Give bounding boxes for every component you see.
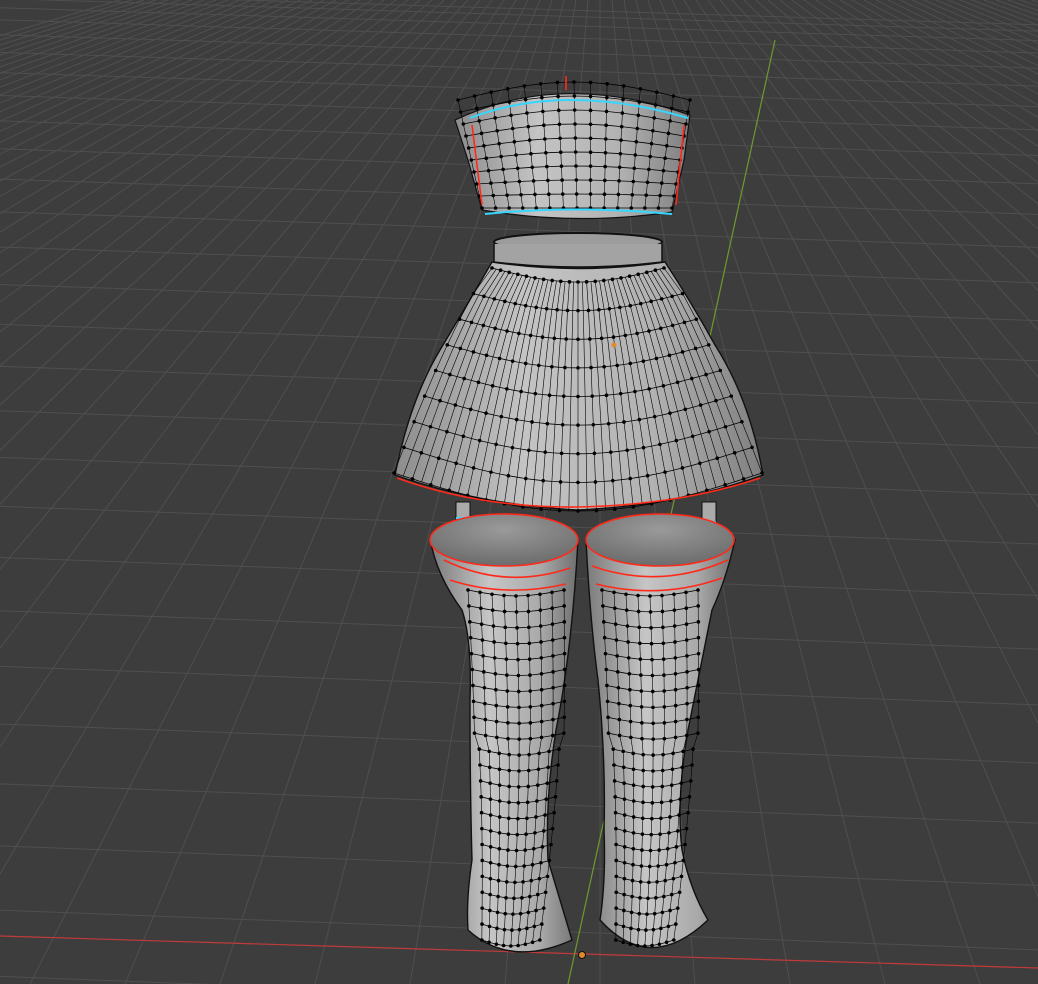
grid-line [0,0,445,406]
world-origin-marker [578,951,586,959]
grid-line [0,0,277,122]
grid-line [0,0,457,452]
grid-line [0,0,229,88]
right-stocking-mesh[interactable] [585,513,736,949]
grid-line [791,0,1038,183]
grid-line [0,0,325,168]
grid-line [0,0,301,143]
grid-line [0,0,265,113]
grid-line [671,0,1038,725]
top-mesh[interactable] [454,76,692,220]
grid-line [0,0,397,277]
grid-line [0,0,481,570]
grid-line [0,0,205,74]
grid-line [779,0,1038,205]
grid-line [1031,0,1038,3]
grid-line [0,0,313,155]
grid-line [0,0,181,62]
grid-line [0,0,373,233]
grid-line [707,0,1038,436]
grid-line [0,0,241,96]
grid-line [0,0,121,37]
grid-line [0,0,157,51]
grid-line [0,0,289,132]
grid-line [0,0,169,56]
skirt-mesh[interactable] [392,232,764,525]
grid-line [731,0,1038,331]
grid-line [719,0,1038,378]
grid-line [659,0,1038,898]
3d-viewport[interactable] [0,0,1038,984]
grid-line [815,0,1038,147]
grid-line [923,0,1038,51]
grid-line [839,0,1038,118]
grid-line [995,0,1038,16]
grid-line [0,51,1038,87]
grid-line [851,0,1038,106]
skirt-origin-point [611,342,617,348]
grid-line [0,0,133,41]
grid-line [0,7,1038,42]
grid-line [0,0,493,649]
grid-line [0,34,1038,69]
grid-line [0,0,385,254]
grid-line [0,0,337,182]
grid-line [683,0,1038,601]
grid-line [827,0,1038,132]
grid-line [983,0,1038,21]
grid-line [0,0,193,68]
grid-line [0,0,349,198]
grid-line [1019,0,1038,7]
grid-line [0,975,212,984]
grid-line [30,0,1038,32]
